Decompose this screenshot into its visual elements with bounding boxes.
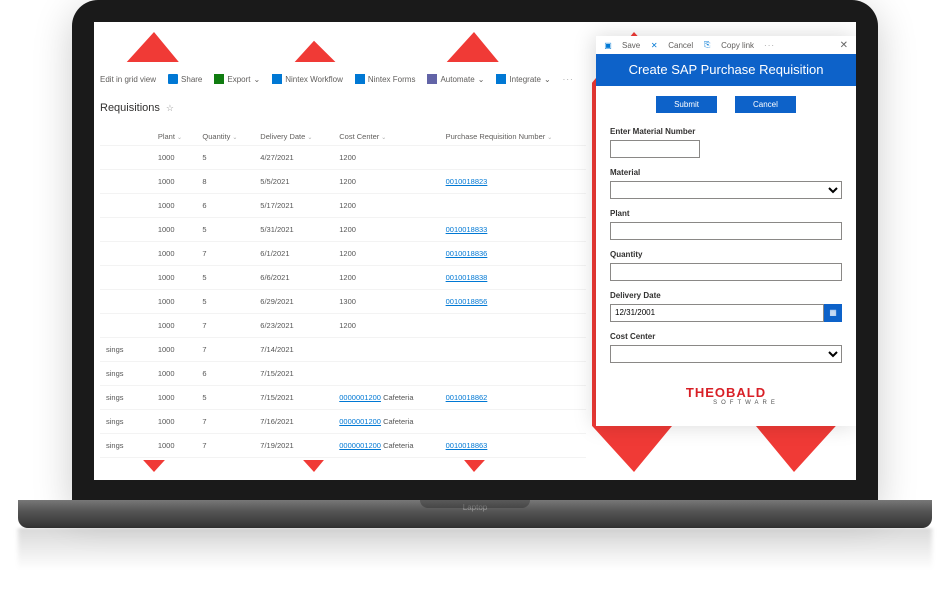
share-button[interactable]: Share xyxy=(168,74,202,84)
cost-center-label: Cost Center xyxy=(610,332,842,341)
save-icon: ▣ xyxy=(604,41,612,49)
table-row[interactable]: 100054/27/20211200 xyxy=(100,146,586,170)
panel-title: Create SAP Purchase Requisition xyxy=(596,54,856,86)
nintex-workflow-button[interactable]: Nintex Workflow xyxy=(272,74,343,84)
cost-center-select[interactable] xyxy=(610,345,842,363)
automate-button[interactable]: Automate ⌄ xyxy=(427,74,484,84)
date-picker-button[interactable]: ▦ xyxy=(824,304,842,322)
link-icon: ⎘ xyxy=(703,41,711,49)
table-row[interactable]: sings100077/14/2021 xyxy=(100,338,586,362)
table-row[interactable]: 100076/23/20211200 xyxy=(100,314,586,338)
form-panel: ▣ Save ✕ Cancel ⎘ Copy link ··· ✕ Create… xyxy=(596,36,856,426)
chevron-down-icon: ⌄ xyxy=(478,75,485,84)
requisition-form: Enter Material Number Material Plant Qua… xyxy=(596,123,856,377)
plant-label: Plant xyxy=(610,209,842,218)
chevron-down-icon: ⌄ xyxy=(254,75,261,84)
material-label: Material xyxy=(610,168,842,177)
panel-cancel-button[interactable]: Cancel xyxy=(668,41,693,50)
material-number-input[interactable] xyxy=(610,140,700,158)
table-row[interactable]: 100056/6/202112000010018838 xyxy=(100,266,586,290)
chevron-down-icon: ⌄ xyxy=(544,75,551,84)
delivery-date-input[interactable] xyxy=(610,304,824,322)
laptop-shadow xyxy=(18,528,932,570)
cancel-icon: ✕ xyxy=(650,41,658,49)
close-panel-button[interactable]: ✕ xyxy=(840,40,848,51)
material-number-label: Enter Material Number xyxy=(610,127,842,136)
col-name[interactable] xyxy=(100,128,152,146)
table-row[interactable]: sings100077/16/20210000001200 Cafeteria xyxy=(100,410,586,434)
table-row[interactable]: 100076/1/202112000010018836 xyxy=(100,242,586,266)
table-row[interactable]: 100085/5/202112000010018823 xyxy=(100,170,586,194)
requisitions-table: Plant⌄ Quantity⌄ Delivery Date⌄ Cost Cen… xyxy=(100,128,586,460)
edit-grid-button[interactable]: Edit in grid view xyxy=(100,75,156,84)
table-row[interactable]: sings100057/15/20210000001200 Cafeteria0… xyxy=(100,386,586,410)
col-plant[interactable]: Plant⌄ xyxy=(152,128,197,146)
calendar-icon: ▦ xyxy=(829,308,837,317)
export-button[interactable]: Export ⌄ xyxy=(214,74,260,84)
plant-input[interactable] xyxy=(610,222,842,240)
workflow-icon xyxy=(272,74,282,84)
col-delivery-date[interactable]: Delivery Date⌄ xyxy=(254,128,333,146)
forms-icon xyxy=(355,74,365,84)
table-row[interactable]: 100056/29/202113000010018856 xyxy=(100,290,586,314)
panel-copylink-button[interactable]: Copy link xyxy=(721,41,754,50)
command-bar: Edit in grid view Share Export ⌄ Nintex … xyxy=(100,70,586,94)
panel-more-menu[interactable]: ··· xyxy=(764,41,775,50)
delivery-date-label: Delivery Date xyxy=(610,291,842,300)
integrate-icon xyxy=(496,74,506,84)
col-quantity[interactable]: Quantity⌄ xyxy=(196,128,254,146)
sharepoint-list-view: Edit in grid view Share Export ⌄ Nintex … xyxy=(94,62,592,460)
screen: Edit in grid view Share Export ⌄ Nintex … xyxy=(94,22,856,480)
favorite-icon[interactable]: ☆ xyxy=(166,103,174,114)
table-row[interactable]: 100055/31/202112000010018833 xyxy=(100,218,586,242)
quantity-input[interactable] xyxy=(610,263,842,281)
table-row[interactable]: sings100067/15/2021 xyxy=(100,362,586,386)
integrate-button[interactable]: Integrate ⌄ xyxy=(496,74,550,84)
automate-icon xyxy=(427,74,437,84)
table-row[interactable]: sings_01100068/28/20210000001200 Cafeter… xyxy=(100,458,586,461)
more-menu[interactable]: ··· xyxy=(563,75,574,84)
col-pr-number[interactable]: Purchase Requisition Number⌄ xyxy=(440,128,586,146)
material-select[interactable] xyxy=(610,181,842,199)
cancel-button[interactable]: Cancel xyxy=(735,96,796,113)
table-row[interactable]: 100065/17/20211200 xyxy=(100,194,586,218)
quantity-label: Quantity xyxy=(610,250,842,259)
excel-icon xyxy=(214,74,224,84)
nintex-forms-button[interactable]: Nintex Forms xyxy=(355,74,416,84)
laptop-frame: Edit in grid view Share Export ⌄ Nintex … xyxy=(72,0,878,504)
laptop-base: Laptop xyxy=(18,500,932,528)
table-row[interactable]: sings100077/19/20210000001200 Cafeteria0… xyxy=(100,434,586,458)
submit-button[interactable]: Submit xyxy=(656,96,717,113)
panel-save-button[interactable]: Save xyxy=(622,41,640,50)
share-icon xyxy=(168,74,178,84)
panel-action-buttons: Submit Cancel xyxy=(596,86,856,123)
list-title: Requisitions ☆ xyxy=(100,94,586,128)
panel-command-bar: ▣ Save ✕ Cancel ⎘ Copy link ··· ✕ xyxy=(596,36,856,54)
col-cost-center[interactable]: Cost Center⌄ xyxy=(333,128,439,146)
theobald-logo: THEOBALD SOFTWARE xyxy=(596,377,856,414)
